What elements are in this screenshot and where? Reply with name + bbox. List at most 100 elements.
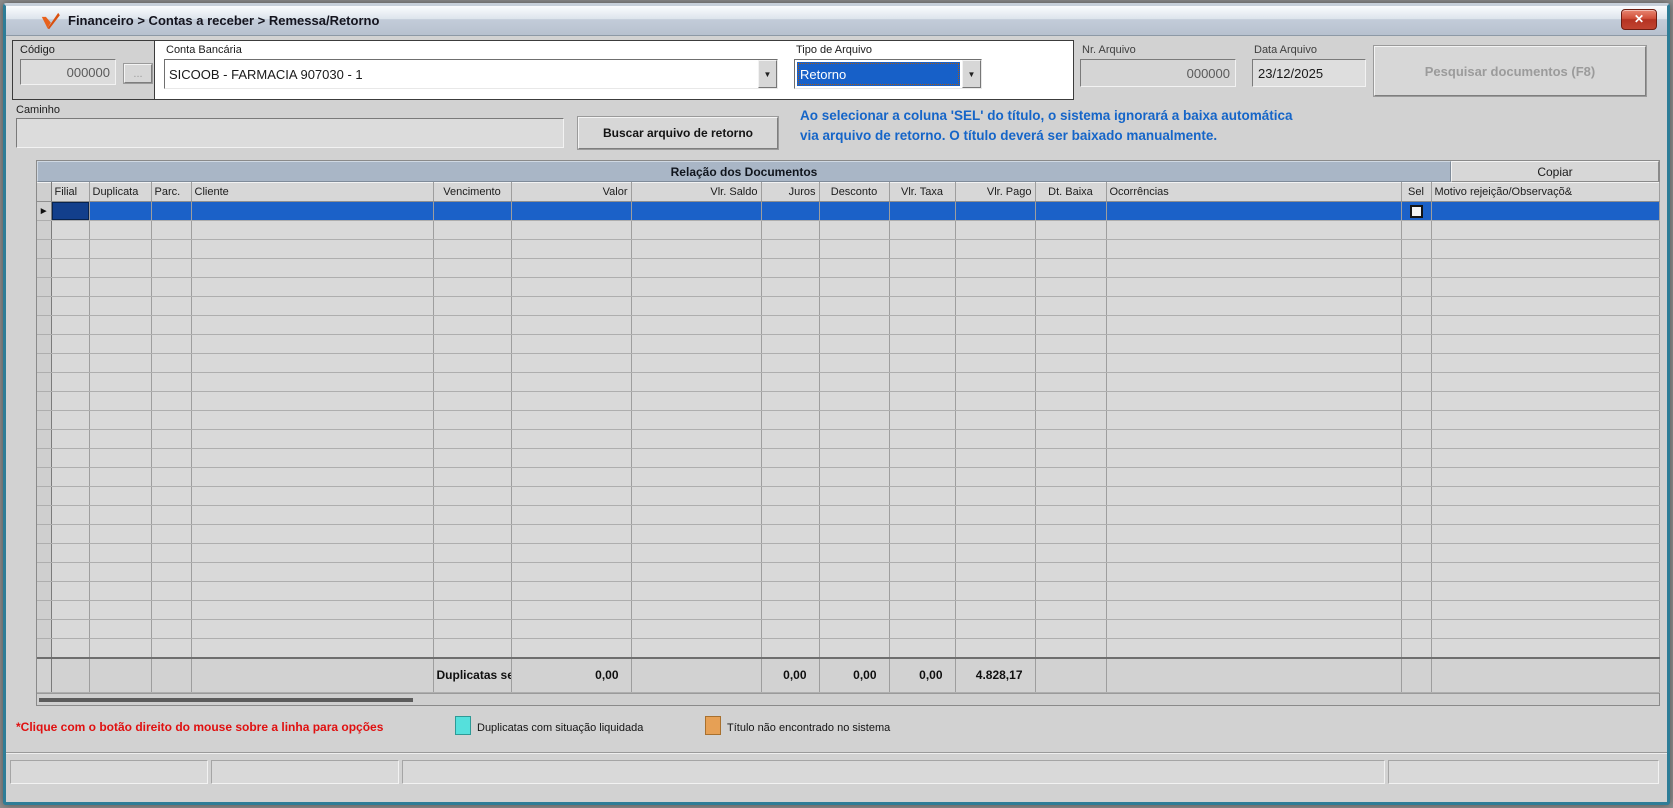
grid-cell[interactable] (51, 277, 90, 297)
grid-cell[interactable] (51, 524, 90, 544)
grid-cell[interactable] (1431, 372, 1660, 392)
grid-cell[interactable] (1401, 638, 1432, 658)
grid-cell[interactable] (1106, 353, 1402, 373)
grid-cell[interactable] (889, 505, 956, 525)
grid-cell[interactable] (89, 638, 152, 658)
grid-cell[interactable] (819, 543, 890, 563)
grid-cell[interactable] (433, 429, 512, 449)
grid-cell[interactable] (1401, 201, 1432, 221)
table-row[interactable] (37, 505, 1660, 525)
grid-cell[interactable] (631, 429, 762, 449)
grid-cell[interactable] (1035, 581, 1107, 601)
grid-cell[interactable] (51, 448, 90, 468)
grid-cell[interactable] (1431, 334, 1660, 354)
grid-cell[interactable] (761, 581, 820, 601)
grid-cell[interactable] (761, 391, 820, 411)
grid-cell[interactable] (1035, 410, 1107, 430)
grid-cell[interactable] (1106, 220, 1402, 240)
grid-cell[interactable] (151, 296, 192, 316)
grid-cell[interactable] (511, 448, 632, 468)
column-header-valor[interactable]: Valor (511, 182, 632, 202)
grid-cell[interactable] (51, 581, 90, 601)
grid-cell[interactable] (1431, 486, 1660, 506)
grid-cell[interactable] (1106, 334, 1402, 354)
grid-cell[interactable] (955, 277, 1036, 297)
grid-cell[interactable] (511, 410, 632, 430)
grid-cell[interactable] (1401, 239, 1432, 259)
grid-cell[interactable] (761, 448, 820, 468)
grid-cell[interactable] (1401, 372, 1432, 392)
grid-cell[interactable] (819, 258, 890, 278)
grid-cell[interactable] (151, 600, 192, 620)
grid-cell[interactable] (191, 258, 434, 278)
grid-cell[interactable] (433, 372, 512, 392)
grid-cell[interactable] (631, 581, 762, 601)
grid-cell[interactable] (1401, 581, 1432, 601)
grid-cell[interactable] (1035, 258, 1107, 278)
grid-cell[interactable] (1035, 505, 1107, 525)
grid-cell[interactable] (1035, 391, 1107, 411)
grid-cell[interactable] (761, 524, 820, 544)
grid-cell[interactable] (151, 201, 192, 221)
grid-cell[interactable] (955, 581, 1036, 601)
grid-cell[interactable] (631, 505, 762, 525)
grid-cell[interactable] (1401, 524, 1432, 544)
grid-cell[interactable] (151, 581, 192, 601)
grid-cell[interactable] (955, 619, 1036, 639)
grid-cell[interactable] (1401, 505, 1432, 525)
grid-cell[interactable] (191, 315, 434, 335)
grid-cell[interactable] (151, 524, 192, 544)
grid-cell[interactable] (631, 353, 762, 373)
grid-cell[interactable] (955, 524, 1036, 544)
grid-cell[interactable] (1431, 315, 1660, 335)
grid-cell[interactable] (1106, 239, 1402, 259)
grid-cell[interactable] (1035, 277, 1107, 297)
grid-cell[interactable] (955, 334, 1036, 354)
grid-cell[interactable] (191, 296, 434, 316)
grid-cell[interactable] (1401, 562, 1432, 582)
codigo-input[interactable]: 000000 (20, 59, 116, 85)
grid-cell[interactable] (433, 581, 512, 601)
grid-cell[interactable] (51, 353, 90, 373)
grid-cell[interactable] (1106, 524, 1402, 544)
grid-cell[interactable] (1401, 391, 1432, 411)
grid-cell[interactable] (1431, 505, 1660, 525)
grid-cell[interactable] (1431, 524, 1660, 544)
grid-cell[interactable] (1035, 239, 1107, 259)
grid-cell[interactable] (51, 562, 90, 582)
grid-cell[interactable] (151, 220, 192, 240)
grid-cell[interactable] (1106, 448, 1402, 468)
grid-cell[interactable] (511, 562, 632, 582)
table-row[interactable] (37, 372, 1660, 392)
conta-bancaria-dropdown-button[interactable]: ▼ (758, 60, 777, 88)
grid-cell[interactable] (889, 315, 956, 335)
grid-cell[interactable] (511, 239, 632, 259)
tipo-arquivo-select[interactable]: Retorno ▼ (794, 59, 982, 89)
grid-cell[interactable] (1431, 220, 1660, 240)
grid-cell[interactable] (631, 201, 762, 221)
grid-cell[interactable] (89, 581, 152, 601)
grid-cell[interactable] (1401, 467, 1432, 487)
grid-cell[interactable] (151, 448, 192, 468)
grid-cell[interactable] (433, 391, 512, 411)
column-header-filial[interactable]: Filial (51, 182, 90, 202)
grid-cell[interactable] (819, 239, 890, 259)
grid-cell[interactable] (761, 334, 820, 354)
table-row[interactable] (37, 315, 1660, 335)
grid-cell[interactable] (511, 486, 632, 506)
grid-cell[interactable] (631, 410, 762, 430)
grid-cell[interactable] (1106, 486, 1402, 506)
grid-cell[interactable] (1431, 581, 1660, 601)
grid-cell[interactable] (191, 239, 434, 259)
grid-cell[interactable] (89, 524, 152, 544)
grid-cell[interactable] (1035, 429, 1107, 449)
grid-cell[interactable] (51, 638, 90, 658)
grid-cell[interactable] (1431, 429, 1660, 449)
grid-cell[interactable] (819, 486, 890, 506)
grid-cell[interactable] (151, 467, 192, 487)
grid-cell[interactable] (89, 315, 152, 335)
grid-cell[interactable] (89, 277, 152, 297)
grid-cell[interactable] (51, 429, 90, 449)
grid-cell[interactable] (955, 600, 1036, 620)
grid-cell[interactable] (631, 619, 762, 639)
